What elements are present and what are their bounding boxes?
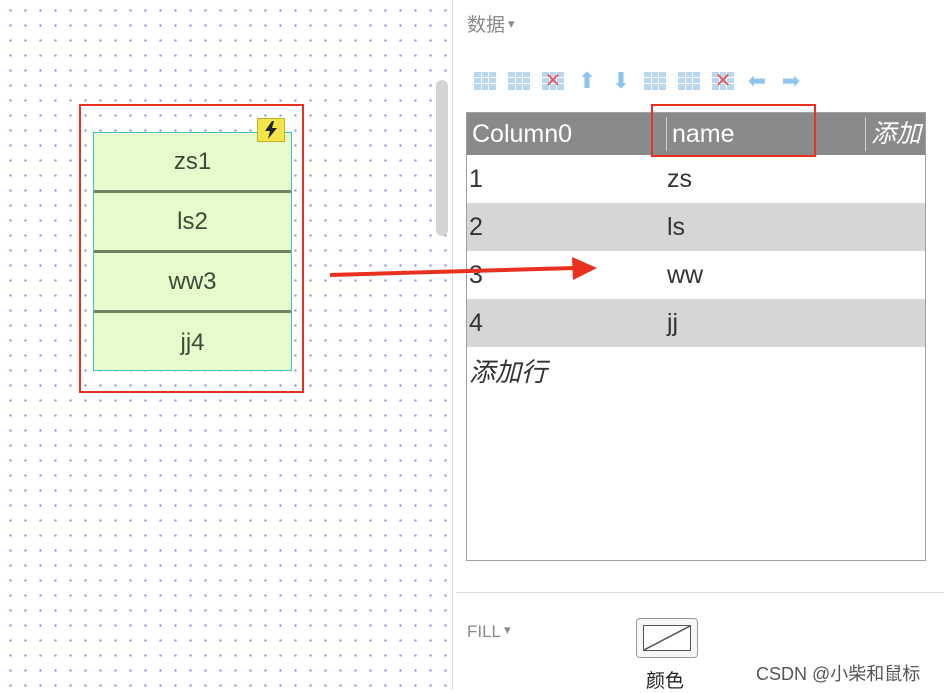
table-cell[interactable]: zs <box>667 165 692 194</box>
insert-row-below-icon[interactable] <box>672 67 706 95</box>
list-widget-item[interactable]: zs1 <box>94 133 291 193</box>
table-row[interactable]: 2 ls <box>467 203 925 251</box>
color-label: 颜色 <box>646 671 685 692</box>
color-picker-button[interactable] <box>636 618 698 658</box>
column-divider[interactable] <box>865 117 866 151</box>
table-cell[interactable]: 2 <box>469 213 483 242</box>
lightning-bolt-icon[interactable] <box>257 118 285 142</box>
table-cell[interactable]: ww <box>667 261 703 290</box>
move-down-icon[interactable]: ⬇ <box>604 67 638 95</box>
table-cell[interactable]: jj <box>667 309 678 338</box>
table-cell[interactable]: ls <box>667 213 685 242</box>
table-cell[interactable]: 4 <box>469 309 483 338</box>
insert-row-above-icon[interactable] <box>638 67 672 95</box>
list-widget[interactable]: zs1 ls2 ww3 jj4 <box>93 132 292 371</box>
delete-row-icon[interactable] <box>706 67 740 95</box>
table-cell[interactable]: 3 <box>469 261 483 290</box>
watermark-text: CSDN @小柴和鼠标 <box>756 664 921 684</box>
move-right-icon[interactable]: ➡ <box>774 67 808 95</box>
table-cell[interactable]: 1 <box>469 165 483 194</box>
column-header-column0[interactable]: Column0 <box>472 117 572 151</box>
chevron-down-icon: ▾ <box>508 16 515 31</box>
fill-section-label: FILL <box>467 622 502 641</box>
table-row[interactable]: 3 ww <box>467 251 925 299</box>
move-left-icon[interactable]: ⬅ <box>740 67 774 95</box>
fill-section-header[interactable]: FILL ▾ <box>467 622 511 642</box>
insert-column-right-icon[interactable] <box>502 67 536 95</box>
list-widget-item[interactable]: jj4 <box>94 313 291 373</box>
no-color-icon <box>643 625 691 651</box>
list-widget-item[interactable]: ww3 <box>94 253 291 313</box>
move-up-icon[interactable]: ⬆ <box>570 67 604 95</box>
chevron-down-icon: ▾ <box>504 622 511 637</box>
delete-column-icon[interactable] <box>536 67 570 95</box>
name-column-highlight <box>651 104 816 157</box>
add-column-button[interactable]: 添加 <box>871 117 921 151</box>
table-row[interactable]: 1 zs <box>467 155 925 203</box>
list-widget-item[interactable]: ls2 <box>94 193 291 253</box>
canvas-scrollbar[interactable] <box>436 80 448 236</box>
data-table: Column0 name 添加 1 zs 2 ls 3 ww 4 jj 添加行 <box>466 112 926 561</box>
table-row[interactable]: 4 jj <box>467 299 925 347</box>
add-row-button[interactable]: 添加行 <box>467 347 925 395</box>
data-section-header[interactable]: 数据 ▾ <box>467 10 515 37</box>
data-section-label: 数据 <box>467 15 506 36</box>
section-divider <box>456 592 944 593</box>
table-toolbar: ⬆ ⬇ ⬅ ➡ <box>468 67 808 95</box>
insert-column-left-icon[interactable] <box>468 67 502 95</box>
